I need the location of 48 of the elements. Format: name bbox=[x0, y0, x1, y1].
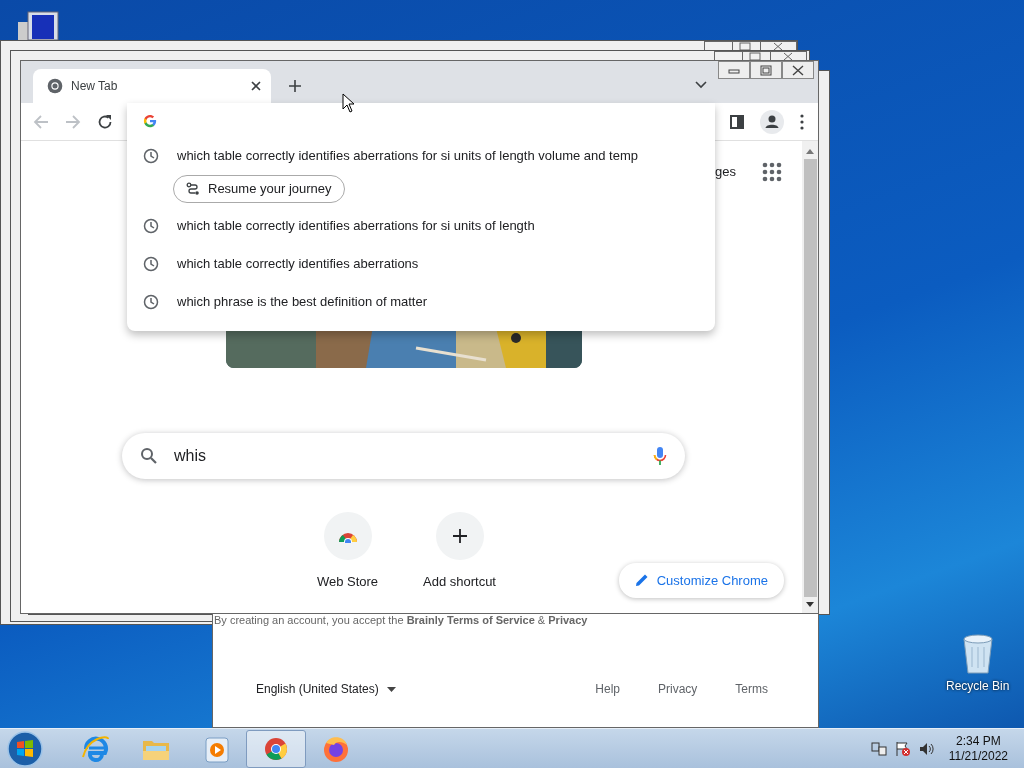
clock-date: 11/21/2022 bbox=[948, 748, 1008, 764]
scroll-down-icon[interactable] bbox=[805, 601, 815, 609]
footer-link[interactable]: Privacy bbox=[658, 680, 698, 698]
menu-icon[interactable] bbox=[800, 113, 804, 130]
side-panel-icon[interactable] bbox=[730, 114, 744, 129]
profile-icon[interactable] bbox=[760, 109, 784, 134]
shortcut-tile[interactable]: Add shortcut bbox=[403, 511, 516, 593]
images-link[interactable]: ges bbox=[715, 162, 736, 182]
new-tab-icon[interactable] bbox=[289, 80, 301, 92]
clock-icon bbox=[143, 218, 159, 234]
microphone-icon[interactable] bbox=[653, 446, 667, 466]
clock-icon bbox=[143, 148, 159, 164]
window-controls-icon bbox=[704, 41, 798, 50]
footer-link[interactable]: Help bbox=[595, 680, 620, 698]
apps-grid-icon[interactable] bbox=[762, 162, 782, 182]
search-field[interactable]: whis bbox=[172, 443, 639, 469]
browser-tab[interactable]: New Tab bbox=[33, 69, 271, 103]
clock-icon bbox=[143, 256, 159, 272]
network-icon[interactable] bbox=[870, 740, 887, 757]
scroll-up-icon[interactable] bbox=[805, 147, 815, 155]
close-button[interactable] bbox=[782, 61, 814, 79]
plus-icon bbox=[451, 528, 468, 544]
action-center-icon[interactable] bbox=[894, 740, 911, 757]
clock-time: 2:34 PM bbox=[956, 733, 1001, 749]
caret-down-icon[interactable] bbox=[695, 81, 707, 89]
taskbar-button[interactable] bbox=[246, 729, 306, 768]
suggestion-item[interactable]: which phrase is the best definition of matter bbox=[127, 283, 715, 321]
resume-journey-chip[interactable]: Resume your journey bbox=[173, 175, 345, 203]
suggestion-item[interactable]: which table correctly identifies aberrations bbox=[127, 245, 715, 283]
caret-down-icon bbox=[386, 686, 396, 692]
suggestion-item[interactable]: which table correctly identifies aberrations for si units of length bbox=[127, 207, 715, 245]
clock-icon bbox=[143, 294, 159, 310]
pencil-icon bbox=[634, 573, 649, 588]
footer-link[interactable]: Terms bbox=[735, 680, 768, 698]
computer-icon[interactable] bbox=[16, 10, 62, 40]
language-selector[interactable]: English (United States) bbox=[256, 680, 396, 698]
scrollbar-thumb[interactable] bbox=[803, 159, 817, 597]
google-icon bbox=[143, 114, 157, 128]
chrome-icon bbox=[47, 78, 63, 94]
close-icon[interactable] bbox=[251, 81, 261, 91]
search-icon bbox=[140, 447, 158, 465]
shortcut-tile[interactable]: Web Store bbox=[291, 511, 404, 593]
minimize-button[interactable] bbox=[718, 61, 750, 79]
route-icon bbox=[186, 182, 200, 196]
reload-icon[interactable] bbox=[97, 113, 113, 130]
start-icon[interactable] bbox=[6, 729, 44, 768]
customize-chrome-button[interactable]: Customize Chrome bbox=[618, 562, 784, 598]
suggestion-item[interactable]: which table correctly identifies aberrations for si units of length volume and temp bbox=[127, 137, 715, 175]
